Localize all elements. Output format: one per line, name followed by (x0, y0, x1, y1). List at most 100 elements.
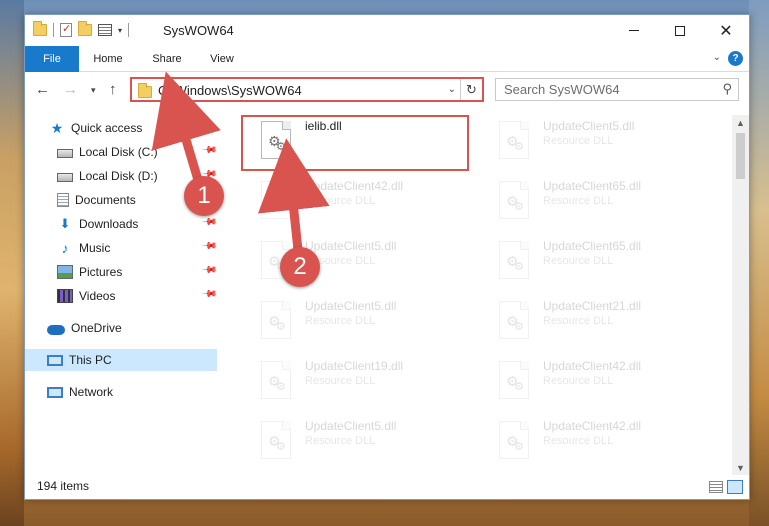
sidebar-item-music[interactable]: ♪ Music (57, 237, 111, 259)
file-name: UpdateClient65.dll (543, 179, 642, 193)
pin-icon[interactable]: 📌 (201, 214, 218, 231)
tiles-view-icon[interactable] (727, 480, 743, 494)
details-view-icon[interactable] (709, 481, 723, 493)
file-type: Resource DLL (543, 195, 614, 207)
network-icon (47, 386, 63, 398)
cloud-icon (47, 324, 65, 335)
address-dropdown-chevron-icon[interactable]: ⌄ (448, 84, 456, 95)
expand-ribbon-chevron-icon[interactable]: ⌄ (713, 52, 721, 63)
sidebar-item-quick-access[interactable]: ★ Quick access (49, 117, 143, 139)
search-input[interactable] (496, 79, 706, 100)
file-name: UpdateClient5.dll (305, 239, 397, 253)
sidebar-item-pictures[interactable]: Pictures (57, 261, 122, 283)
recent-locations-chevron-icon[interactable]: ▾ (91, 85, 96, 96)
tab-view[interactable]: View (201, 46, 243, 72)
sidebar-item-this-pc[interactable]: This PC (25, 349, 217, 371)
file-item[interactable]: ⚙ ⚙ UpdateClient65.dll Resource DLL (479, 235, 707, 291)
file-name: UpdateClient21.dll (543, 299, 642, 313)
sidebar-item-local-disk-c[interactable]: Local Disk (C:) (57, 141, 217, 163)
desktop-wallpaper-right (749, 0, 769, 526)
address-bar[interactable]: C:\Windows\SysWOW64 ⌄ ↻ (130, 77, 484, 102)
file-item[interactable]: ⚙ ⚙ UpdateClient42.dll Resource DLL (479, 355, 707, 411)
sidebar-item-downloads[interactable]: ⬇ Downloads (57, 213, 139, 235)
documents-icon (57, 193, 69, 207)
file-type: Resource DLL (305, 435, 376, 447)
file-item[interactable]: ⚙⚙ UpdateClient5.dll Resource DLL (241, 235, 469, 291)
disk-icon (57, 172, 73, 182)
item-count: 194 items (37, 479, 90, 493)
close-button[interactable]: ✕ (703, 15, 749, 46)
vertical-scrollbar[interactable]: ▲ ▼ (732, 115, 749, 477)
search-icon: ⚲ (722, 81, 732, 96)
file-item[interactable]: ⚙⚙ UpdateClient5.dll Resource DLL (241, 415, 469, 471)
maximize-button[interactable] (657, 15, 703, 46)
refresh-icon[interactable]: ↻ (460, 79, 482, 100)
file-item[interactable]: ⚙ ⚙ UpdateClient21.dll Resource DLL (479, 295, 707, 351)
dll-file-icon: ⚙⚙ (261, 421, 291, 459)
file-name: UpdateClient5.dll (305, 419, 397, 433)
sidebar-item-label: This PC (69, 353, 112, 367)
dll-file-icon: ⚙⚙ (499, 121, 529, 159)
file-name: UpdateClient42.dll (543, 359, 642, 373)
tab-home[interactable]: Home (85, 46, 131, 72)
disk-icon (57, 148, 73, 158)
sidebar-item-label: Pictures (79, 265, 123, 279)
file-item[interactable]: ⚙⚙ UpdateClient5.dll Resource DLL (479, 115, 707, 171)
sidebar-item-documents[interactable]: Documents (57, 189, 136, 211)
sidebar-item-videos[interactable]: Videos (57, 285, 115, 307)
sidebar-item-label: Documents (75, 193, 136, 207)
close-icon: ✕ (719, 21, 733, 40)
status-bar: 194 items (25, 475, 749, 499)
dll-file-icon: ⚙⚙ (499, 421, 529, 459)
pin-icon[interactable]: 📌 (201, 262, 218, 279)
address-path[interactable]: C:\Windows\SysWOW64 (158, 83, 302, 98)
file-item[interactable]: ⚙ ⚙ UpdateClient42.dll Resource DLL (479, 415, 707, 471)
file-item[interactable]: ⚙ ⚙ UpdateClient65.dll Resource DLL (479, 175, 707, 231)
sidebar-item-network[interactable]: Network (47, 381, 113, 403)
file-name: ielib.dll (305, 119, 342, 133)
ribbon-tabs: File Home Share View ⌄ ? (25, 46, 749, 72)
new-folder-icon[interactable] (78, 21, 92, 36)
file-type: Resource DLL (543, 135, 614, 147)
tab-share[interactable]: Share (145, 46, 189, 72)
up-arrow-icon[interactable]: ↑ (109, 81, 117, 98)
file-explorer-window: ▾ SysWOW64 ✕ File Home Share View ⌄ ? ← … (24, 14, 750, 500)
help-icon[interactable]: ? (728, 51, 743, 66)
pin-icon[interactable]: 📌 (201, 238, 218, 255)
minimize-button[interactable] (611, 15, 657, 46)
file-type: Resource DLL (305, 195, 376, 207)
forward-arrow-icon[interactable]: → (63, 81, 78, 98)
file-type: Resource DLL (305, 375, 376, 387)
star-icon: ★ (50, 120, 64, 136)
scrollbar-thumb[interactable] (736, 133, 745, 179)
file-item-ielib[interactable]: ⚙ ⚙ ielib.dll (241, 115, 469, 171)
file-item[interactable]: ⚙ ⚙ UpdateClient19.dll Resource DLL (241, 355, 469, 411)
pin-icon[interactable]: 📌 (201, 286, 218, 303)
back-arrow-icon[interactable]: ← (35, 81, 50, 98)
file-name: UpdateClient5.dll (543, 119, 635, 133)
sidebar-item-onedrive[interactable]: OneDrive (47, 317, 122, 339)
file-item[interactable]: ⚙⚙ UpdateClient5.dll Resource DLL (241, 295, 469, 351)
dll-file-icon: ⚙⚙ (261, 301, 291, 339)
dll-file-icon: ⚙⚙ (499, 181, 529, 219)
sidebar-item-label: Local Disk (D:) (79, 169, 158, 183)
scroll-up-icon[interactable]: ▲ (732, 115, 749, 132)
file-type: Resource DLL (543, 255, 614, 267)
window-title: SysWOW64 (163, 23, 234, 38)
file-item[interactable]: ⚙ ⚙ UpdateClient42.dll Resource DLL (241, 175, 469, 231)
file-name: UpdateClient42.dll (543, 419, 642, 433)
navigation-bar: ← → ▾ ↑ C:\Windows\SysWOW64 ⌄ ↻ ⚲ (25, 73, 749, 107)
properties-list-icon[interactable] (98, 24, 112, 36)
title-bar: ▾ SysWOW64 ✕ (25, 15, 749, 46)
videos-icon (57, 289, 73, 303)
properties-check-icon[interactable] (60, 22, 72, 37)
search-box[interactable]: ⚲ (495, 78, 739, 101)
desktop-wallpaper-left (0, 0, 24, 526)
tab-file[interactable]: File (25, 46, 79, 72)
sidebar-item-local-disk-d[interactable]: Local Disk (D:) (57, 165, 158, 187)
file-name: UpdateClient5.dll (305, 299, 397, 313)
computer-icon (47, 354, 63, 366)
minimize-icon (629, 30, 639, 31)
sidebar-item-label: Videos (79, 289, 116, 303)
customize-toolbar-chevron-icon[interactable]: ▾ (118, 26, 122, 35)
